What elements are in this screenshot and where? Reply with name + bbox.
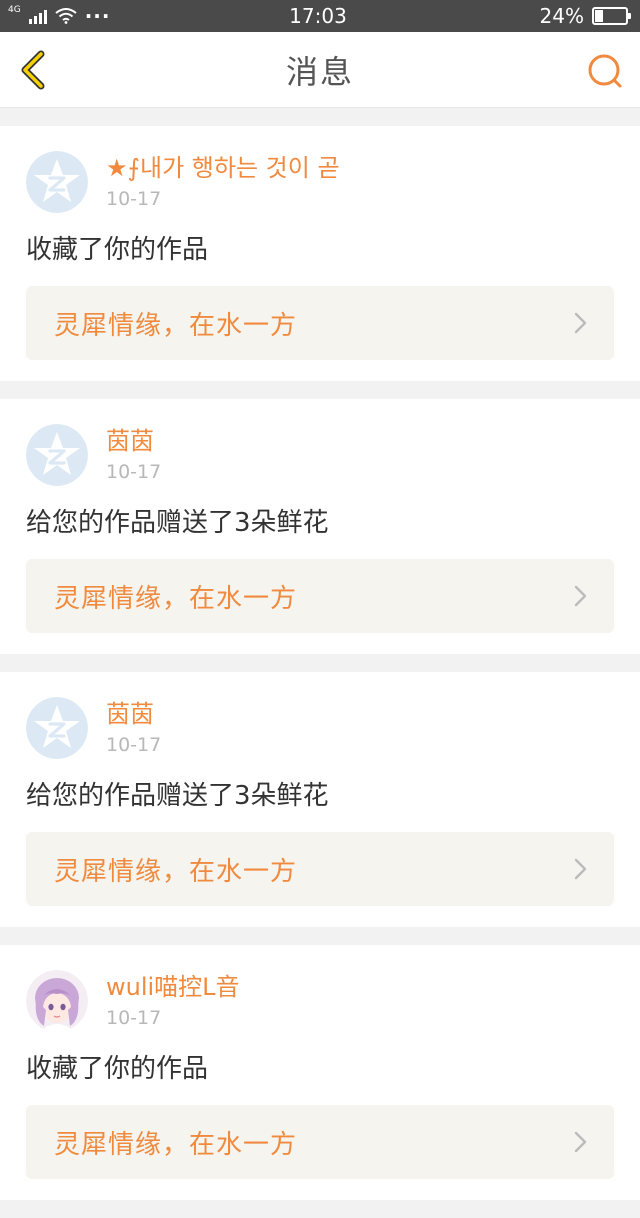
sender-name[interactable]: 茵茵 [106, 428, 161, 454]
message-card: wuli喵控L音 10-17 收藏了你的作品 灵犀情缘，在水一方 [0, 945, 640, 1200]
avatar[interactable] [26, 151, 88, 213]
message-text: 给您的作品赠送了3朵鲜花 [26, 508, 329, 538]
sender-name[interactable]: ★⨍내가 행하는 것이 곧 [106, 155, 340, 181]
sender-name[interactable]: wuli喵控L音 [106, 974, 240, 1000]
message-header: 茵茵 10-17 [26, 696, 614, 760]
battery-icon [591, 7, 631, 25]
sender-name[interactable]: 茵茵 [106, 701, 161, 727]
back-button[interactable] [14, 50, 54, 90]
anime-avatar-icon [26, 970, 88, 1032]
clock: 17:03 [289, 4, 347, 28]
work-title: 灵犀情缘，在水一方 [54, 1129, 298, 1160]
message-header: wuli喵控L音 10-17 [26, 969, 614, 1033]
message-text: 给您的作品赠送了3朵鲜花 [26, 781, 329, 811]
message-text: 收藏了你的作品 [26, 235, 209, 265]
message-date: 10-17 [106, 734, 162, 756]
more-status-icon: ··· [84, 4, 111, 28]
sender-info: 茵茵 10-17 [106, 701, 161, 755]
message-list: ★⨍내가 행하는 것이 곧 10-17 收藏了你的作品 灵犀情缘，在水一方 茵茵… [0, 126, 640, 1218]
message-date: 10-17 [106, 188, 162, 210]
message-card: 茵茵 10-17 给您的作品赠送了3朵鲜花 灵犀情缘，在水一方 [0, 399, 640, 654]
chevron-right-icon [574, 312, 587, 334]
signal-icon [28, 8, 47, 24]
battery-fill [594, 10, 603, 22]
status-right: 24% [508, 4, 631, 28]
battery-percent: 24% [539, 4, 584, 28]
message-header: ★⨍내가 행하는 것이 곧 10-17 [26, 150, 614, 214]
network-type: 4G [8, 5, 21, 15]
avatar[interactable] [26, 424, 88, 486]
chevron-right-icon [574, 585, 587, 607]
work-link[interactable]: 灵犀情缘，在水一方 [26, 559, 614, 633]
default-avatar-icon [26, 424, 88, 486]
page-title: 消息 [285, 52, 354, 91]
work-title: 灵犀情缘，在水一方 [54, 310, 298, 341]
avatar[interactable] [26, 970, 88, 1032]
work-link[interactable]: 灵犀情缘，在水一方 [26, 832, 614, 906]
sender-info: ★⨍내가 행하는 것이 곧 10-17 [106, 155, 340, 209]
default-avatar-icon [26, 697, 88, 759]
message-card: 茵茵 10-17 给您的作品赠送了3朵鲜花 灵犀情缘，在水一方 [0, 672, 640, 927]
wifi-icon [55, 8, 77, 24]
message-header: 茵茵 10-17 [26, 423, 614, 487]
work-title: 灵犀情缘，在水一方 [54, 583, 298, 614]
sender-info: 茵茵 10-17 [106, 428, 161, 482]
work-title: 灵犀情缘，在水一方 [54, 856, 298, 887]
message-date: 10-17 [106, 1007, 162, 1029]
default-avatar-icon [26, 151, 88, 213]
search-icon [588, 54, 622, 88]
chevron-right-icon [574, 858, 587, 880]
work-link[interactable]: 灵犀情缘，在水一方 [26, 286, 614, 360]
back-arrow-icon [21, 50, 45, 90]
nav-bar: 消息 [0, 32, 640, 108]
sender-info: wuli喵控L音 10-17 [106, 974, 240, 1028]
message-card: ★⨍내가 행하는 것이 곧 10-17 收藏了你的作品 灵犀情缘，在水一方 [0, 126, 640, 381]
status-bar: 4G ··· 17:03 24% [0, 0, 640, 32]
status-left: 4G ··· [8, 4, 128, 28]
search-button[interactable] [586, 52, 626, 92]
message-date: 10-17 [106, 461, 162, 483]
message-text: 收藏了你的作品 [26, 1054, 209, 1084]
chevron-right-icon [574, 1131, 587, 1153]
work-link[interactable]: 灵犀情缘，在水一方 [26, 1105, 614, 1179]
avatar[interactable] [26, 697, 88, 759]
